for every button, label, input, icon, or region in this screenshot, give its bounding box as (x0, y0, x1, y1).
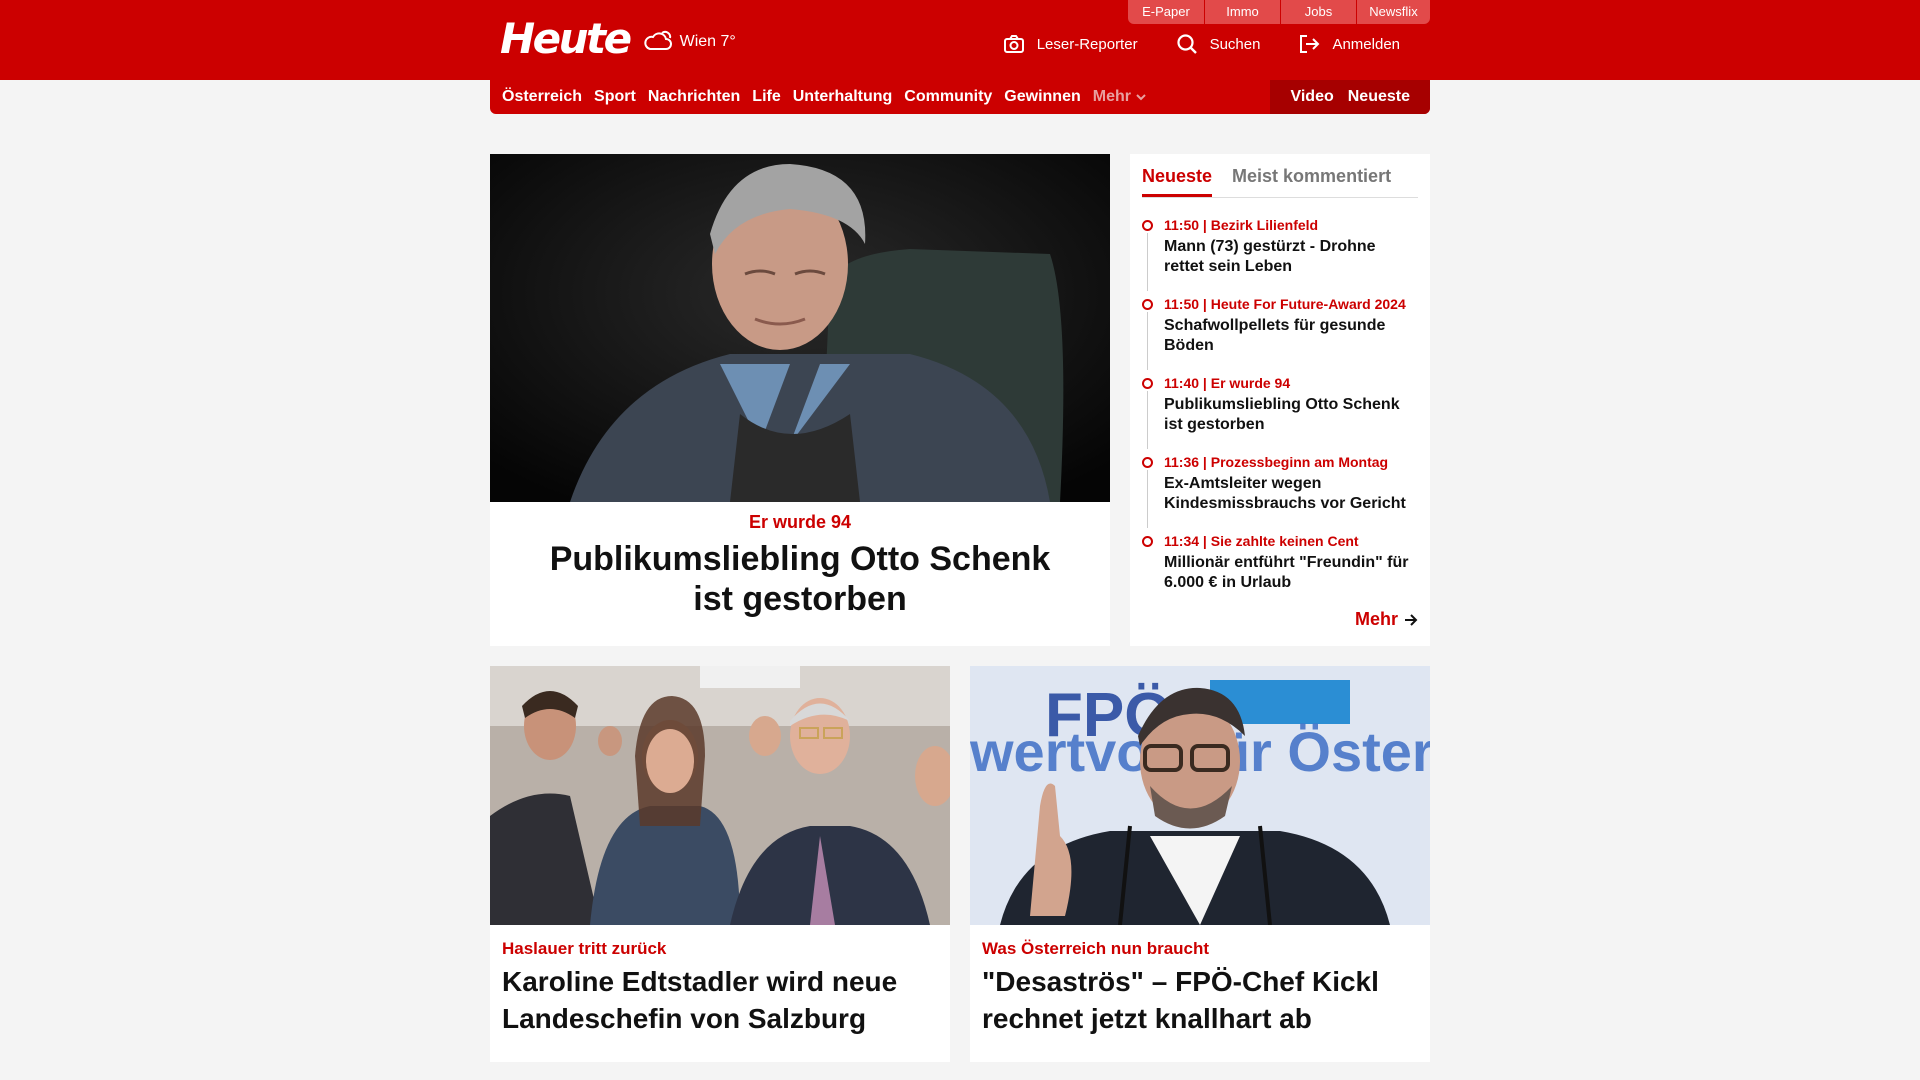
camera-icon (1003, 35, 1024, 53)
nav-item-community[interactable]: Community (904, 88, 992, 106)
sidebar-more-link[interactable]: Mehr (1355, 609, 1418, 630)
login-icon (1300, 35, 1320, 53)
nav-right-group: Video Neueste (1270, 80, 1430, 114)
logo-text: Heute (500, 14, 632, 63)
list-item[interactable]: 11:50 | Heute For Future-Award 2024 Scha… (1142, 295, 1418, 374)
latest-news-sidebar: Neueste Meist kommentiert 11:50 | Bezirk… (1130, 154, 1430, 646)
timeline-line (1147, 470, 1148, 528)
nav-more-dropdown[interactable]: Mehr (1093, 88, 1146, 106)
timeline-dot (1142, 378, 1153, 389)
logo[interactable]: Heute Wien 7° (500, 14, 736, 63)
nav-item-sport[interactable]: Sport (594, 88, 636, 106)
weather-text: Wien 7° (679, 32, 736, 50)
nav-item-neueste[interactable]: Neueste (1348, 88, 1410, 106)
tab-neueste[interactable]: Neueste (1142, 166, 1213, 197)
tab-meist-kommentiert[interactable]: Meist kommentiert (1232, 166, 1391, 197)
article-card-edtstadler[interactable]: Haslauer tritt zurück Karoline Edtstadle… (490, 666, 950, 1062)
article-card-kickl[interactable]: FPÖ wertvoll für Österreich Was Österrei… (970, 666, 1430, 1062)
list-item-meta: 11:50 | Bezirk Lilienfeld (1164, 217, 1319, 233)
list-item-title: Schafwollpellets für gesunde Böden (1164, 317, 1386, 354)
list-item[interactable]: 11:36 | Prozessbeginn am Montag Ex-Amtsl… (1142, 453, 1418, 532)
hero-kicker: Er wurde 94 (748, 512, 852, 532)
nav-item-gewinnen[interactable]: Gewinnen (1004, 88, 1080, 106)
cloud-sun-icon (643, 30, 672, 50)
list-item-meta: 11:40 | Er wurde 94 (1164, 375, 1291, 391)
search-icon (1176, 34, 1197, 54)
sidebar-news-list: 11:50 | Bezirk Lilienfeld Mann (73) gest… (1142, 216, 1418, 611)
timeline-line (1147, 391, 1148, 449)
login-label: Anmelden (1332, 35, 1400, 53)
service-tab-jobs[interactable]: Jobs (1280, 0, 1356, 24)
hero-title[interactable]: Publikumsliebling Otto Schenk ist gestor… (530, 539, 1070, 619)
chevron-down-icon (1136, 93, 1146, 100)
article-kicker: Haslauer tritt zurück (502, 939, 667, 958)
leser-reporter-label: Leser-Reporter (1036, 35, 1138, 53)
portrait-photo (490, 154, 1110, 502)
article-kicker: Was Österreich nun braucht (982, 939, 1210, 958)
leser-reporter-button[interactable]: Leser-Reporter (1003, 34, 1138, 54)
nav-more-label: Mehr (1092, 88, 1131, 105)
nav-item-video[interactable]: Video (1290, 88, 1333, 106)
list-item[interactable]: 11:40 | Er wurde 94 Publikumsliebling Ot… (1142, 374, 1418, 453)
nav-item-nachrichten[interactable]: Nachrichten (648, 88, 740, 106)
list-item-title: Publikumsliebling Otto Schenk ist gestor… (1164, 396, 1400, 433)
crowd-photo (490, 666, 950, 925)
article-image (490, 666, 950, 925)
hero-article[interactable]: Er wurde 94 Publikumsliebling Otto Schen… (490, 154, 1110, 646)
sidebar-tabs: Neueste Meist kommentiert (1142, 154, 1418, 198)
sidebar-more-label: Mehr (1354, 609, 1398, 629)
search-button[interactable]: Suchen (1176, 33, 1261, 55)
list-item[interactable]: 11:50 | Bezirk Lilienfeld Mann (73) gest… (1142, 216, 1418, 295)
hero-image (490, 154, 1110, 502)
list-item-meta: 11:50 | Heute For Future-Award 2024 (1164, 296, 1406, 312)
list-item[interactable]: 11:34 | Sie zahlte keinen Cent Millionär… (1142, 532, 1418, 611)
article-title[interactable]: "Desaströs" – FPÖ-Chef Kickl rechnet jet… (982, 963, 1418, 1037)
timeline-dot (1142, 457, 1153, 468)
nav-item-oesterreich[interactable]: Österreich (502, 88, 582, 106)
service-tabs: E-Paper Immo Jobs Newsflix (1128, 0, 1430, 24)
weather-widget[interactable]: Wien 7° (642, 29, 736, 55)
list-item-meta: 11:36 | Prozessbeginn am Montag (1164, 454, 1389, 470)
timeline-dot (1142, 220, 1153, 231)
arrow-right-icon (1405, 613, 1418, 626)
speaker-photo: FPÖ wertvoll für Österreich (970, 666, 1430, 925)
service-tab-epaper[interactable]: E-Paper (1128, 0, 1204, 24)
header-actions: Leser-Reporter Suchen Anmelden (965, 33, 1400, 55)
login-button[interactable]: Anmelden (1298, 34, 1400, 54)
timeline-line (1147, 312, 1148, 370)
list-item-meta: 11:34 | Sie zahlte keinen Cent (1164, 533, 1359, 549)
service-tab-immo[interactable]: Immo (1204, 0, 1280, 24)
nav-item-life[interactable]: Life (752, 88, 780, 106)
service-tab-newsflix[interactable]: Newsflix (1356, 0, 1430, 24)
header: Heute Wien 7° E-Paper Immo Jobs Newsflix… (490, 0, 1430, 80)
list-item-title: Ex-Amtsleiter wegen Kindesmissbrauchs vo… (1164, 475, 1406, 512)
timeline-line (1147, 233, 1148, 291)
list-item-title: Millionär entführt "Freundin" für 6.000 … (1164, 554, 1409, 591)
nav-item-unterhaltung[interactable]: Unterhaltung (793, 88, 893, 106)
list-item-title: Mann (73) gestürzt - Drohne rettet sein … (1164, 238, 1376, 275)
timeline-dot (1142, 536, 1153, 547)
main-nav: Österreich Sport Nachrichten Life Unterh… (490, 80, 1430, 114)
article-image: FPÖ wertvoll für Österreich (970, 666, 1430, 925)
timeline-dot (1142, 299, 1153, 310)
search-label: Suchen (1209, 35, 1261, 53)
article-title[interactable]: Karoline Edtstadler wird neue Landeschef… (502, 963, 938, 1037)
